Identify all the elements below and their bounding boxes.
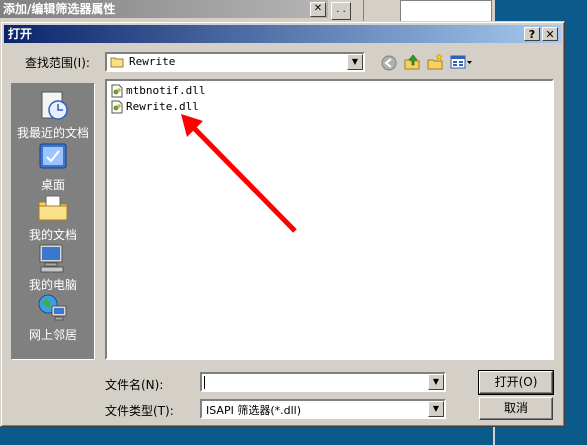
filetype-label: 文件类型(T): (105, 404, 174, 418)
filename-dropdown-button[interactable]: ▼ (428, 374, 444, 390)
annotation-arrow-icon (181, 114, 297, 233)
list-item[interactable]: mtbnotif.dll (110, 83, 205, 99)
place-label: 桌面 (40, 178, 65, 192)
filename-label: 文件名(N): (105, 378, 164, 392)
dll-file-icon (111, 100, 123, 114)
recent-documents-icon (41, 91, 68, 120)
dialog-titlebar: 打开 ? ✕ (4, 25, 561, 43)
place-my-computer[interactable]: 我的电脑 (12, 242, 94, 293)
open-button[interactable]: 打开(O) (478, 370, 554, 395)
text-caret (204, 376, 205, 389)
place-label: 我的文档 (28, 228, 77, 242)
filetype-combo[interactable]: ISAPI 筛选器(*.dll) ▼ (200, 399, 446, 419)
up-folder-icon[interactable] (403, 53, 421, 71)
place-desktop[interactable]: 桌面 (12, 142, 94, 193)
filetype-value: ISAPI 筛选器(*.dll) (206, 404, 302, 417)
background-browse-button[interactable]: . . (331, 2, 351, 20)
background-panel (363, 0, 394, 22)
lookin-dropdown-button[interactable]: ▼ (347, 54, 363, 70)
network-places-icon (38, 294, 67, 321)
place-label: 网上邻居 (28, 328, 77, 342)
desktop-icon (39, 143, 67, 169)
background-field (400, 0, 492, 22)
file-list[interactable]: mtbnotif.dll Rewrite.dll (105, 79, 554, 360)
folder-icon (110, 57, 124, 68)
place-my-documents[interactable]: 我的文档 (12, 192, 94, 243)
place-network[interactable]: 网上邻居 (12, 292, 94, 343)
place-recent-documents[interactable]: 我最近的文档 (12, 90, 94, 141)
place-label: 我的电脑 (28, 278, 77, 292)
my-computer-icon (39, 244, 64, 273)
back-icon[interactable] (380, 54, 398, 72)
dll-file-icon (111, 84, 123, 98)
file-name: mtbnotif.dll (126, 84, 206, 97)
lookin-label: 查找范围(I): (25, 56, 90, 70)
filetype-dropdown-button[interactable]: ▼ (428, 401, 444, 417)
help-button[interactable]: ? (524, 27, 540, 41)
lookin-combo[interactable]: Rewrite ▼ (105, 52, 365, 72)
lookin-value: Rewrite (129, 55, 176, 68)
close-button[interactable]: ✕ (542, 27, 558, 41)
places-bar: 我最近的文档 桌面 我的文档 我的电脑 网上邻居 (11, 83, 95, 360)
cancel-button[interactable]: 取消 (479, 397, 553, 420)
background-close-button[interactable]: ✕ (310, 2, 326, 17)
my-documents-icon (38, 195, 68, 221)
background-window-title: 添加/编辑筛选器属性 (0, 0, 328, 18)
view-menu-icon[interactable] (450, 54, 472, 72)
dialog-title: 打开 (8, 27, 33, 41)
filename-combo[interactable]: ▼ (200, 372, 446, 392)
open-file-dialog: 打开 ? ✕ 查找范围(I): Rewrite ▼ 我最近的文档 桌面 我的文档… (0, 21, 565, 427)
place-label: 我最近的文档 (16, 126, 89, 140)
new-folder-icon[interactable] (426, 53, 444, 71)
